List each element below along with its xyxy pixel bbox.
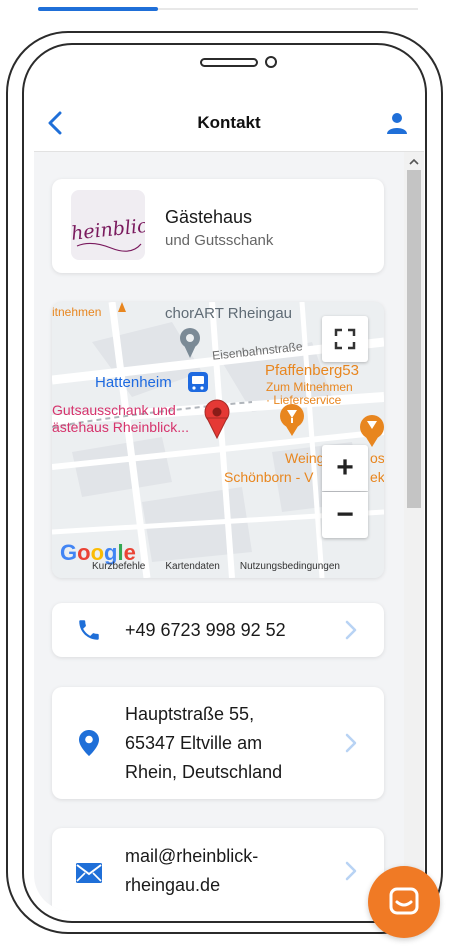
phone-camera	[265, 56, 277, 68]
chevron-right-icon	[342, 732, 360, 754]
phone-number: +49 6723 998 92 52	[125, 620, 286, 640]
business-subtitle: und Gutsschank	[165, 232, 274, 249]
map-label-schoenborn: Schönborn - V	[224, 469, 314, 485]
vertical-scrollbar[interactable]	[404, 152, 424, 911]
business-name: Gästehaus	[165, 207, 253, 227]
map-label-weingut-end: os	[370, 450, 384, 466]
map-label-pfaffenberg: Pfaffenberg53	[265, 362, 359, 379]
profile-button[interactable]	[382, 108, 412, 138]
chevron-right-icon	[342, 619, 360, 641]
chat-icon	[389, 887, 419, 915]
map-label-gaestehaus: ästehaus Rheinblick...	[52, 419, 189, 435]
app-header: Kontakt	[34, 96, 424, 152]
address-contact-row[interactable]: Hauptstraße 55, 65347 Eltville am Rhein,…	[52, 687, 384, 799]
address-text: Hauptstraße 55, 65347 Eltville am Rhein,…	[125, 700, 282, 787]
map-fullscreen-button[interactable]	[322, 316, 368, 362]
map-label-zum-mitnehmen: Zum Mitnehmen	[266, 380, 353, 394]
location-pin-icon	[74, 728, 104, 758]
scroll-thumb[interactable]	[407, 170, 421, 508]
page-title: Kontakt	[197, 113, 261, 132]
map-zoom-in-button[interactable]: +	[322, 445, 368, 491]
map-label-gutsausschank: Gutsausschank und	[52, 402, 176, 418]
chevron-up-icon	[409, 158, 419, 165]
top-tab-bar	[38, 7, 418, 11]
phone-speaker	[200, 58, 258, 67]
map-view[interactable]: itnehmen chorART Rheingau Eisenbahnstraß…	[52, 302, 384, 578]
user-icon	[387, 113, 407, 134]
map-label-mitnehmen: itnehmen	[52, 305, 102, 319]
chat-button[interactable]	[368, 866, 440, 938]
app-screen: Kontakt Rheinblick Gästehaus und Gutssch…	[34, 96, 424, 911]
svg-text:Rheinblick: Rheinblick	[71, 214, 145, 247]
email-line-1: mail@rheinblick-	[125, 846, 259, 866]
map-data-link[interactable]: Kartendaten	[165, 561, 220, 572]
business-logo: Rheinblick	[71, 190, 145, 260]
business-card: Rheinblick Gästehaus und Gutsschank	[52, 179, 384, 273]
map-label-hattenheim: Hattenheim	[95, 374, 172, 391]
chevron-right-icon	[342, 860, 360, 882]
address-line-3: Rhein, Deutschland	[125, 762, 283, 782]
map-label-chorart: chorART Rheingau	[165, 305, 293, 322]
address-line-2: 65347 Eltville am	[125, 733, 263, 753]
phone-icon	[74, 615, 104, 645]
top-tab-active-indicator	[38, 7, 158, 11]
email-text: mail@rheinblick- rheingau.de	[125, 842, 258, 900]
email-contact-row[interactable]: mail@rheinblick- rheingau.de	[52, 828, 384, 911]
phone-contact-row[interactable]: +49 6723 998 92 52	[52, 603, 384, 657]
map-zoom-out-button[interactable]: −	[322, 492, 368, 538]
scroll-up-button[interactable]	[404, 152, 424, 170]
map-label-schoenborn-end: ek	[370, 469, 384, 485]
content-area: Rheinblick Gästehaus und Gutsschank itne…	[34, 152, 404, 911]
map-footer: Kurzbefehle Kartendaten Nutzungsbedingun…	[92, 561, 340, 572]
fullscreen-icon	[334, 328, 356, 350]
map-label-lieferservice: · Lieferservice	[266, 393, 342, 407]
address-line-1: Hauptstraße 55,	[125, 704, 255, 724]
zoom-in-icon: +	[336, 451, 354, 484]
email-line-2: rheingau.de	[125, 875, 221, 895]
map-terms-link[interactable]: Nutzungsbedingungen	[240, 561, 340, 572]
zoom-out-icon: −	[336, 498, 354, 531]
map-shortcuts-link[interactable]: Kurzbefehle	[92, 561, 145, 572]
envelope-icon	[74, 858, 104, 888]
